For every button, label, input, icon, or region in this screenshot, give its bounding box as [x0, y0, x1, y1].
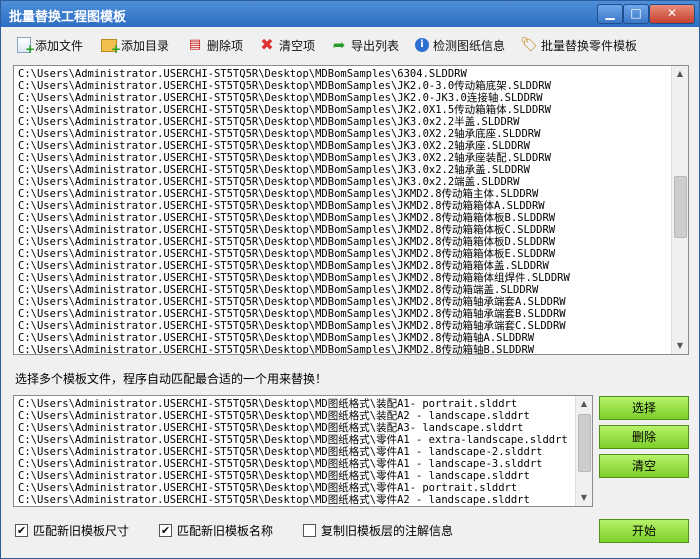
file-list-item[interactable]: C:\Users\Administrator.USERCHI-ST5TQ5R\D…	[18, 80, 570, 92]
file-list-item[interactable]: C:\Users\Administrator.USERCHI-ST5TQ5R\D…	[18, 116, 570, 128]
add-file-button[interactable]: 添加文件	[17, 34, 84, 57]
templates-scroll-up-arrow-icon[interactable]: ▲	[576, 396, 592, 412]
file-list-item[interactable]: C:\Users\Administrator.USERCHI-ST5TQ5R\D…	[18, 104, 570, 116]
copy-notes-check-box[interactable]	[303, 524, 316, 537]
templates-lines: C:\Users\Administrator.USERCHI-ST5TQ5R\D…	[18, 398, 568, 506]
file-list-item[interactable]: C:\Users\Administrator.USERCHI-ST5TQ5R\D…	[18, 128, 570, 140]
file-list-item[interactable]: C:\Users\Administrator.USERCHI-ST5TQ5R\D…	[18, 284, 570, 296]
copy-notes-checkbox[interactable]: 复制旧模板层的注解信息	[303, 522, 453, 539]
template-list-item[interactable]: C:\Users\Administrator.USERCHI-ST5TQ5R\D…	[18, 398, 568, 410]
file-list-item[interactable]: C:\Users\Administrator.USERCHI-ST5TQ5R\D…	[18, 92, 570, 104]
file-list-item[interactable]: C:\Users\Administrator.USERCHI-ST5TQ5R\D…	[18, 272, 570, 284]
export-arrow-icon: ➦	[332, 36, 346, 54]
template-list-item[interactable]: C:\Users\Administrator.USERCHI-ST5TQ5R\D…	[18, 470, 568, 482]
file-list-item[interactable]: C:\Users\Administrator.USERCHI-ST5TQ5R\D…	[18, 308, 570, 320]
match-size-checkbox[interactable]: ✔ 匹配新旧模板尺寸	[15, 522, 129, 539]
file-list-item[interactable]: C:\Users\Administrator.USERCHI-ST5TQ5R\D…	[18, 140, 570, 152]
main-window: 批量替换工程图模板 ▁ □ ✕ 添加文件 添加目录 ▤ 删除项 ✖ 清空项 ➦ …	[0, 0, 700, 559]
tag-icon: 🏷	[520, 37, 538, 53]
file-list-item[interactable]: C:\Users\Administrator.USERCHI-ST5TQ5R\D…	[18, 200, 570, 212]
clear-x-icon: ✖	[260, 35, 274, 54]
files-scrollbar[interactable]: ▲ ▼	[671, 66, 688, 354]
clear-templates-button[interactable]: 清空	[599, 454, 689, 478]
title-bar: 批量替换工程图模板 ▁ □ ✕	[1, 1, 699, 27]
file-list-item[interactable]: C:\Users\Administrator.USERCHI-ST5TQ5R\D…	[18, 68, 570, 80]
check-drawing-info-label: 检测图纸信息	[433, 38, 506, 53]
file-list-item[interactable]: C:\Users\Administrator.USERCHI-ST5TQ5R\D…	[18, 164, 570, 176]
select-templates-button[interactable]: 选择	[599, 396, 689, 420]
match-name-checkbox[interactable]: ✔ 匹配新旧模板名称	[159, 522, 273, 539]
delete-icon: ▤	[188, 37, 202, 52]
close-button[interactable]: ✕	[649, 4, 695, 24]
file-list-item[interactable]: C:\Users\Administrator.USERCHI-ST5TQ5R\D…	[18, 344, 570, 354]
template-list-item[interactable]: C:\Users\Administrator.USERCHI-ST5TQ5R\D…	[18, 410, 568, 422]
match-size-label: 匹配新旧模板尺寸	[33, 524, 130, 538]
file-list-item[interactable]: C:\Users\Administrator.USERCHI-ST5TQ5R\D…	[18, 332, 570, 344]
templates-scroll-down-arrow-icon[interactable]: ▼	[576, 490, 592, 506]
delete-template-button[interactable]: 删除	[599, 425, 689, 449]
add-directory-label: 添加目录	[121, 38, 170, 53]
file-list-item[interactable]: C:\Users\Administrator.USERCHI-ST5TQ5R\D…	[18, 320, 570, 332]
scroll-down-arrow-icon[interactable]: ▼	[672, 338, 688, 354]
file-list-item[interactable]: C:\Users\Administrator.USERCHI-ST5TQ5R\D…	[18, 260, 570, 272]
file-list-item[interactable]: C:\Users\Administrator.USERCHI-ST5TQ5R\D…	[18, 248, 570, 260]
add-folder-icon	[101, 38, 121, 57]
templates-listbox[interactable]: C:\Users\Administrator.USERCHI-ST5TQ5R\D…	[13, 395, 593, 507]
delete-item-button[interactable]: ▤ 删除项	[187, 34, 243, 56]
info-icon: i	[415, 38, 429, 52]
drawing-files-listbox[interactable]: C:\Users\Administrator.USERCHI-ST5TQ5R\D…	[13, 65, 689, 355]
file-list-item[interactable]: C:\Users\Administrator.USERCHI-ST5TQ5R\D…	[18, 236, 570, 248]
delete-item-label: 删除项	[207, 38, 244, 53]
templates-scroll-thumb[interactable]	[578, 414, 591, 472]
template-list-item[interactable]: C:\Users\Administrator.USERCHI-ST5TQ5R\D…	[18, 446, 568, 458]
drawing-files-lines: C:\Users\Administrator.USERCHI-ST5TQ5R\D…	[18, 68, 570, 354]
clear-items-button[interactable]: ✖ 清空项	[259, 34, 315, 56]
clear-items-label: 清空项	[279, 38, 316, 53]
add-file-icon	[17, 37, 35, 57]
add-directory-button[interactable]: 添加目录	[101, 34, 170, 57]
file-list-item[interactable]: C:\Users\Administrator.USERCHI-ST5TQ5R\D…	[18, 176, 570, 188]
start-button[interactable]: 开始	[599, 519, 689, 543]
window-title: 批量替换工程图模板	[9, 10, 127, 25]
minimize-button[interactable]: ▁	[597, 4, 623, 24]
match-name-label: 匹配新旧模板名称	[177, 524, 274, 538]
batch-replace-part-template-label: 批量替换零件模板	[541, 38, 638, 53]
template-list-item[interactable]: C:\Users\Administrator.USERCHI-ST5TQ5R\D…	[18, 434, 568, 446]
match-size-check-box[interactable]: ✔	[15, 524, 28, 537]
scroll-up-arrow-icon[interactable]: ▲	[672, 66, 688, 82]
match-name-check-box[interactable]: ✔	[159, 524, 172, 537]
template-list-item[interactable]: C:\Users\Administrator.USERCHI-ST5TQ5R\D…	[18, 422, 568, 434]
batch-replace-part-template-button[interactable]: 🏷 批量替换零件模板	[520, 34, 638, 56]
files-scroll-thumb[interactable]	[674, 176, 687, 238]
template-list-item[interactable]: C:\Users\Administrator.USERCHI-ST5TQ5R\D…	[18, 482, 568, 494]
copy-notes-label: 复制旧模板层的注解信息	[321, 524, 454, 538]
file-list-item[interactable]: C:\Users\Administrator.USERCHI-ST5TQ5R\D…	[18, 224, 570, 236]
maximize-button[interactable]: □	[623, 4, 649, 24]
templates-instruction-label: 选择多个模板文件，程序自动匹配最合适的一个用来替换！	[15, 372, 328, 386]
template-list-item[interactable]: C:\Users\Administrator.USERCHI-ST5TQ5R\D…	[18, 494, 568, 506]
file-list-item[interactable]: C:\Users\Administrator.USERCHI-ST5TQ5R\D…	[18, 188, 570, 200]
export-list-button[interactable]: ➦ 导出列表	[331, 34, 399, 56]
check-drawing-info-button[interactable]: i 检测图纸信息	[415, 34, 505, 56]
toolbar: 添加文件 添加目录 ▤ 删除项 ✖ 清空项 ➦ 导出列表 i 检测图纸信息 🏷 …	[1, 29, 699, 61]
file-list-item[interactable]: C:\Users\Administrator.USERCHI-ST5TQ5R\D…	[18, 296, 570, 308]
file-list-item[interactable]: C:\Users\Administrator.USERCHI-ST5TQ5R\D…	[18, 212, 570, 224]
export-list-label: 导出列表	[351, 38, 400, 53]
add-file-label: 添加文件	[35, 38, 84, 53]
file-list-item[interactable]: C:\Users\Administrator.USERCHI-ST5TQ5R\D…	[18, 152, 570, 164]
template-list-item[interactable]: C:\Users\Administrator.USERCHI-ST5TQ5R\D…	[18, 458, 568, 470]
templates-scrollbar[interactable]: ▲ ▼	[575, 396, 592, 506]
